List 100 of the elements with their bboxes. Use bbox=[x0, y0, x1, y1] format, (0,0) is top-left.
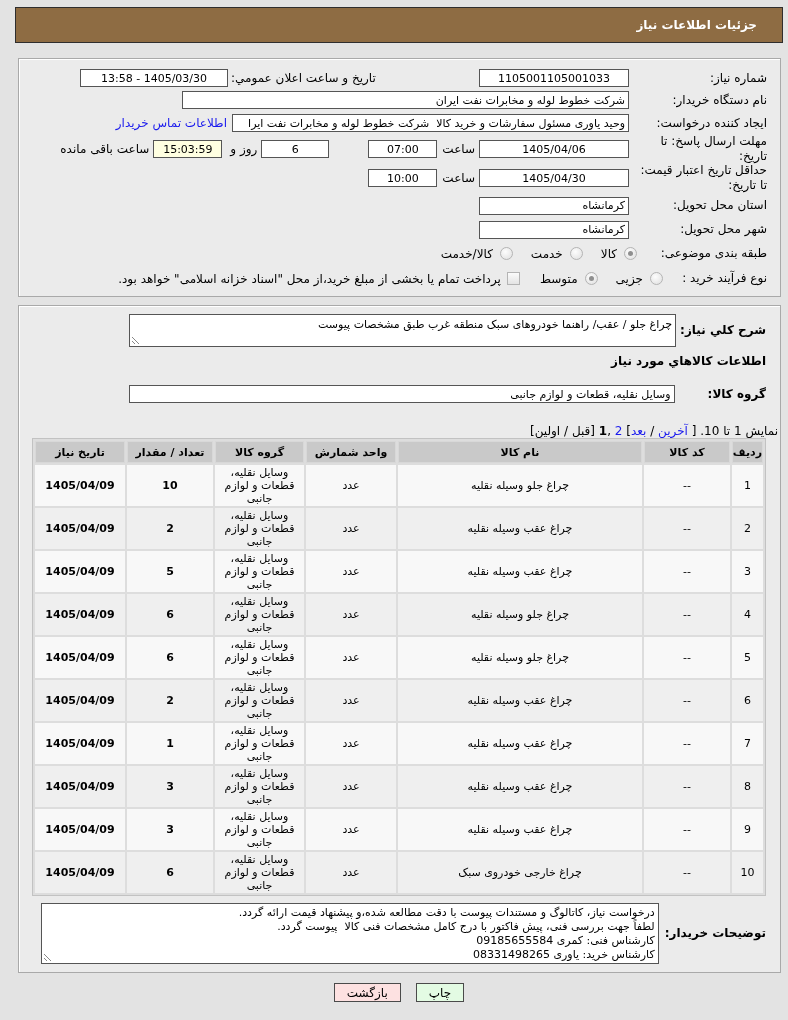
radio-label: جزیی bbox=[615, 271, 643, 286]
table-cell: چراغ خارجی خودروی سبک bbox=[398, 852, 642, 893]
table-cell: 1405/04/09 bbox=[35, 594, 125, 635]
remaining-time-field[interactable]: 15:03:59 bbox=[153, 140, 223, 158]
page-title: جزئیات اطلاعات نیاز bbox=[636, 18, 757, 32]
table-cell: وسایل نقلیه، قطعات و لوازم جانبی bbox=[215, 852, 304, 893]
column-header: ردیف bbox=[732, 441, 763, 463]
table-cell: چراغ جلو وسیله نقلیه bbox=[398, 594, 642, 635]
table-cell: 8 bbox=[732, 766, 763, 807]
field-label: ایجاد کننده درخواست: bbox=[655, 115, 767, 131]
date-field[interactable]: 1405/04/30 bbox=[479, 169, 629, 187]
table-cell: 5 bbox=[732, 637, 763, 678]
date-field[interactable]: 1405/04/06 bbox=[479, 140, 629, 158]
table-cell: 1405/04/09 bbox=[35, 637, 125, 678]
resize-grip-icon bbox=[132, 336, 141, 344]
city-field[interactable]: کرمانشاه bbox=[479, 220, 629, 239]
radio-label: خدمت bbox=[530, 246, 563, 261]
time-field[interactable]: 07:00 bbox=[368, 140, 438, 158]
pager-link[interactable]: آخرین bbox=[658, 424, 688, 438]
days-field[interactable]: 6 bbox=[261, 140, 330, 158]
table-cell: -- bbox=[644, 508, 730, 549]
table-cell: 3 bbox=[127, 766, 213, 807]
time-field[interactable]: 10:00 bbox=[368, 169, 438, 187]
table-cell: چراغ عقب وسیله نقلیه bbox=[398, 508, 642, 549]
table-cell: وسایل نقلیه، قطعات و لوازم جانبی bbox=[215, 551, 304, 592]
section-title: اطلاعات کالاهاي مورد نیاز bbox=[609, 354, 766, 368]
requester-field[interactable]: وحید یاوری مسئول سفارشات و خرید کالا شرکت خطوط لوله و مخابرات نفت ایرا bbox=[232, 114, 629, 132]
table-cell: 5 bbox=[127, 551, 213, 592]
table-cell: -- bbox=[644, 766, 730, 807]
need-number-field[interactable]: 1105001105001033 bbox=[479, 69, 629, 87]
contact-link[interactable]: اطلاعات تماس خریدار bbox=[115, 116, 227, 130]
table-cell: 10 bbox=[732, 852, 763, 893]
checkbox[interactable] bbox=[506, 272, 520, 285]
table-cell: 4 bbox=[732, 594, 763, 635]
table-cell: 1405/04/09 bbox=[35, 766, 125, 807]
table-cell: 1 bbox=[127, 723, 213, 764]
table-cell: چراغ عقب وسیله نقلیه bbox=[398, 809, 642, 850]
table-cell: 3 bbox=[732, 551, 763, 592]
table-cell: -- bbox=[644, 723, 730, 764]
table-cell: 6 bbox=[127, 594, 213, 635]
notes-field[interactable]: درخواست نیاز، کاتالوگ و مستندات پیوست با دقت مطالعه شده،و پیشنهاد قیمت ارائه گردد. لطفاً جهت بررسی فنی، پیش فاکتور با درج کامل مشخصات فنی کالا پیوست گردد. کارشناس فنی: کمری 09185655584 کارشناس خرید: یاوری 08331498265 bbox=[40, 903, 659, 964]
table-cell: عدد bbox=[306, 637, 396, 678]
table-cell: 6 bbox=[127, 852, 213, 893]
time-label: ساعت bbox=[442, 142, 475, 156]
table-cell: وسایل نقلیه، قطعات و لوازم جانبی bbox=[215, 809, 304, 850]
pager-link[interactable]: 2 bbox=[614, 424, 623, 438]
buyer-name-field[interactable]: شرکت خطوط لوله و مخابرات نفت ایران bbox=[182, 91, 629, 109]
column-header: گروه کالا bbox=[215, 441, 304, 463]
column-header: واحد شمارش bbox=[306, 441, 396, 463]
table-cell: 6 bbox=[127, 637, 213, 678]
table-cell: عدد bbox=[306, 465, 396, 506]
table-cell: 2 bbox=[127, 680, 213, 721]
field-label: توضیحات خریدار: bbox=[664, 926, 766, 941]
table-cell: -- bbox=[644, 637, 730, 678]
table-cell: وسایل نقلیه، قطعات و لوازم جانبی bbox=[215, 723, 304, 764]
table-cell: -- bbox=[644, 551, 730, 592]
table-cell: چراغ جلو وسیله نقلیه bbox=[398, 637, 642, 678]
description-field[interactable]: چراغ جلو / عقب/ راهنما خودروهای سبک منطقه غرب طبق مشخصات پیوست bbox=[129, 314, 677, 347]
table-cell: 1405/04/09 bbox=[35, 723, 125, 764]
table-cell: چراغ جلو وسیله نقلیه bbox=[398, 465, 642, 506]
print-button[interactable]: چاپ bbox=[415, 983, 465, 1002]
radio-button[interactable] bbox=[584, 272, 598, 285]
table-cell: 1405/04/09 bbox=[35, 852, 125, 893]
pager-link[interactable]: بعد bbox=[630, 424, 647, 438]
table-cell: وسایل نقلیه، قطعات و لوازم جانبی bbox=[215, 637, 304, 678]
column-header: نام کالا bbox=[398, 441, 642, 463]
table-cell: -- bbox=[644, 852, 730, 893]
table-cell: عدد bbox=[306, 680, 396, 721]
table-cell: 9 bbox=[732, 809, 763, 850]
radio-button[interactable] bbox=[624, 247, 637, 260]
table-cell: وسایل نقلیه، قطعات و لوازم جانبی bbox=[215, 766, 304, 807]
province-field[interactable]: کرمانشاه bbox=[479, 196, 629, 215]
table-cell: 1 bbox=[732, 465, 763, 506]
goods-group-field[interactable]: وسایل نقلیه، قطعات و لوازم جانبی bbox=[128, 385, 675, 403]
column-header: تاریخ نیاز bbox=[35, 441, 125, 463]
table-cell: 6 bbox=[732, 680, 763, 721]
column-header: تعداد / مقدار bbox=[127, 441, 213, 463]
field-label: استان محل تحویل: bbox=[671, 198, 767, 213]
table-cell: 1405/04/09 bbox=[35, 680, 125, 721]
radio-button[interactable] bbox=[650, 272, 663, 285]
table-cell: 1405/04/09 bbox=[35, 809, 125, 850]
checkbox-label: پرداخت تمام یا بخشی از مبلغ خرید،از محل "اسناد خزانه اسلامی" خواهد بود. bbox=[118, 271, 501, 286]
radio-button[interactable] bbox=[569, 247, 583, 260]
table-cell: 2 bbox=[127, 508, 213, 549]
radio-button[interactable] bbox=[499, 247, 513, 260]
table-cell: عدد bbox=[306, 766, 396, 807]
table-cell: 1405/04/09 bbox=[35, 551, 125, 592]
field-label: مهلت ارسال پاسخ: تا تاریخ: bbox=[659, 134, 767, 164]
table-cell: 2 bbox=[732, 508, 763, 549]
time-label: ساعت bbox=[442, 171, 475, 185]
table-cell: عدد bbox=[306, 852, 396, 893]
table-cell: -- bbox=[644, 809, 730, 850]
field-label: نوع فرآیند خرید : bbox=[681, 271, 767, 286]
announce-date-field[interactable]: 1405/03/30 - 13:58 bbox=[80, 69, 228, 87]
column-header: کد کالا bbox=[644, 441, 730, 463]
radio-label: متوسط bbox=[539, 271, 578, 286]
back-button[interactable]: بازگشت bbox=[333, 983, 401, 1002]
table-cell: عدد bbox=[306, 809, 396, 850]
table-cell: 1405/04/09 bbox=[35, 465, 125, 506]
table-cell: وسایل نقلیه، قطعات و لوازم جانبی bbox=[215, 594, 304, 635]
